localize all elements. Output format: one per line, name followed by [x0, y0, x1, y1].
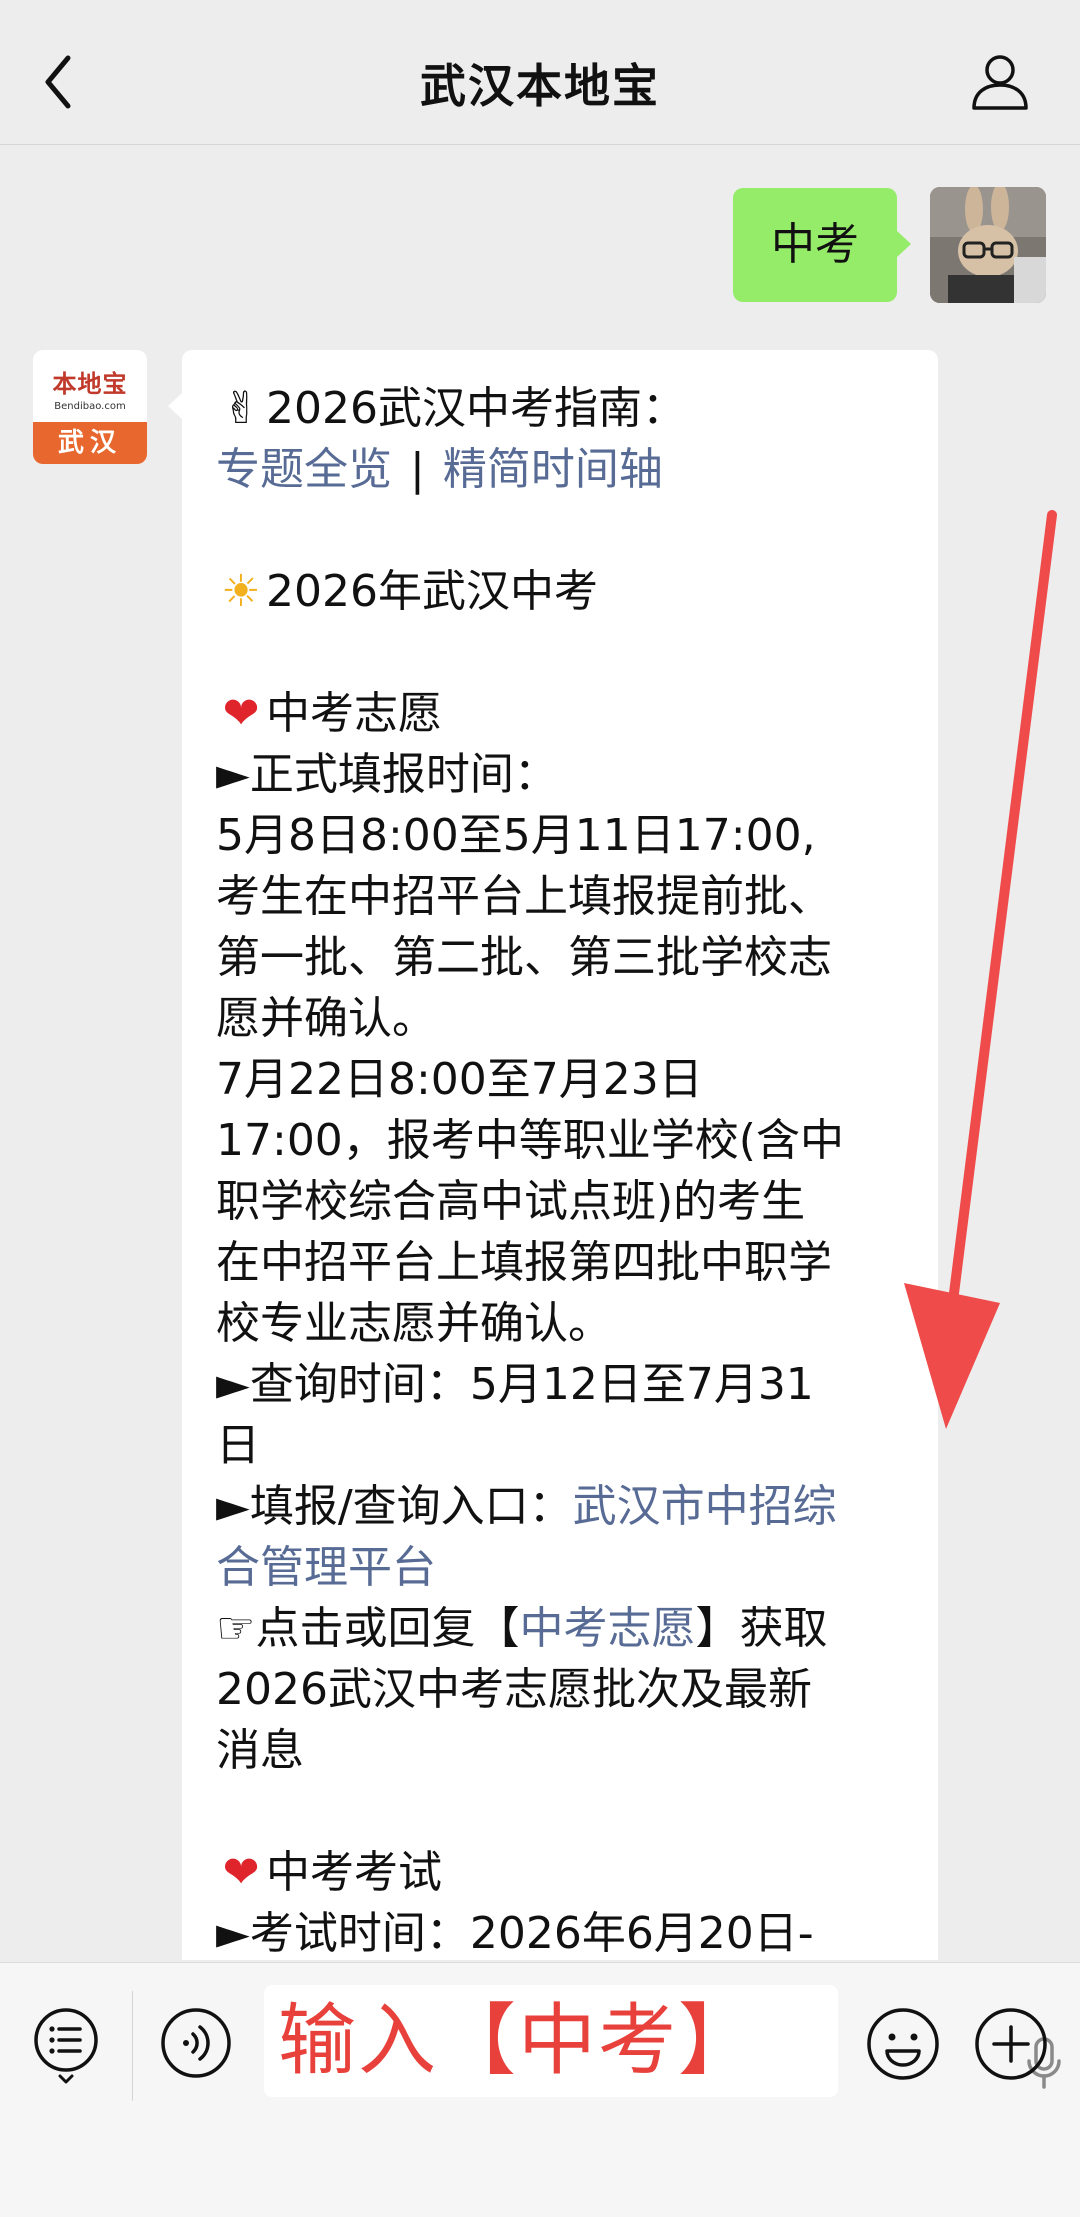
- sun-emoji: ☀: [221, 566, 261, 617]
- guide-heading: 2026武汉中考指南：: [266, 383, 686, 434]
- subsection-title: 中考考试: [266, 1847, 442, 1898]
- heart-emoji: ❤: [222, 1847, 260, 1898]
- logo-url: Bendibao.com: [54, 401, 126, 412]
- outgoing-message-text: 中考: [771, 219, 859, 270]
- keyword-link[interactable]: 中考志愿: [519, 1603, 695, 1654]
- voice-button[interactable]: [160, 2007, 232, 2079]
- entry-label: ►填报/查询入口：: [216, 1481, 573, 1532]
- message-line: ►考试时间：2026年6月20日-: [216, 1908, 814, 1959]
- message-line: 7月22日8:00至7月23日: [216, 1054, 703, 1105]
- voice-icon: [161, 2008, 231, 2078]
- reply-hint-suffix: 】获取: [695, 1603, 828, 1654]
- timeline-link[interactable]: 精简时间轴: [443, 444, 663, 495]
- message-line: 考生在中招平台上填报提前批、: [216, 871, 832, 922]
- platform-link-continued[interactable]: 合管理平台: [216, 1542, 436, 1593]
- page-title: 武汉本地宝: [420, 59, 660, 113]
- divider: [132, 1991, 133, 2101]
- profile-icon: [972, 55, 1028, 110]
- input-bar: 输入【中考】: [0, 1962, 1080, 2217]
- message-line: 校专业志愿并确认。: [216, 1298, 612, 1349]
- topic-overview-link[interactable]: 专题全览: [216, 444, 392, 495]
- platform-link[interactable]: 武汉市中招综: [573, 1481, 837, 1532]
- user-avatar[interactable]: [930, 187, 1046, 303]
- chat-area[interactable]: 中考 本地宝 Bendibao.com 武汉 ✌ 2026武汉中考指南： 专题全览…: [0, 145, 1080, 1960]
- message-line: 消息: [216, 1725, 304, 1776]
- logo-city: 武汉: [33, 422, 147, 464]
- message-line: 17:00，报考中等职业学校(含中: [216, 1115, 844, 1166]
- heart-emoji: ❤: [222, 688, 260, 739]
- logo-name: 本地宝: [52, 370, 128, 398]
- input-text: 输入【中考】: [278, 1996, 759, 2086]
- menu-list-icon: [34, 2008, 98, 2084]
- outgoing-message-bubble[interactable]: 中考: [733, 188, 911, 302]
- section-title: 2026年武汉中考: [266, 566, 598, 617]
- subsection-title: 中考志愿: [266, 688, 442, 739]
- plus-icon: [975, 2008, 1047, 2080]
- message-line: ►查询时间：5月12日至7月31: [216, 1359, 814, 1410]
- message-line: ►正式填报时间：: [216, 749, 558, 800]
- chat-header: 武汉本地宝: [0, 0, 1080, 145]
- official-account-avatar[interactable]: 本地宝 Bendibao.com 武汉: [33, 350, 147, 464]
- incoming-message-text: ✌ 2026武汉中考指南： 专题全览 | 精简时间轴 ☀ 2026年武汉中考 ❤ 中考志愿…: [216, 378, 916, 1960]
- message-line: 愿并确认。: [216, 993, 436, 1044]
- message-line: 2026武汉中考志愿批次及最新: [216, 1664, 812, 1715]
- message-line: 职学校综合高中试点班)的考生: [216, 1176, 806, 1227]
- emoji-button[interactable]: [866, 2007, 940, 2081]
- rabbit-avatar-icon: [930, 187, 1046, 303]
- message-input[interactable]: 输入【中考】: [264, 1985, 1061, 2097]
- logo: 本地宝 Bendibao.com: [33, 350, 147, 420]
- emoji-icon: [867, 2008, 939, 2080]
- link-separator: |: [410, 444, 425, 495]
- incoming-message-bubble: ✌ 2026武汉中考指南： 专题全览 | 精简时间轴 ☀ 2026年武汉中考 ❤ 中考志愿…: [168, 350, 938, 1960]
- victory-hand-emoji: ✌: [222, 383, 260, 434]
- reply-hint-prefix: ☞点击或回复【: [216, 1603, 520, 1654]
- message-line: 在中招平台上填报第四批中职学: [216, 1237, 832, 1288]
- message-line: 5月8日8:00至5月11日17:00,: [216, 810, 816, 861]
- profile-button[interactable]: [968, 50, 1032, 114]
- menu-button[interactable]: [32, 2006, 100, 2086]
- more-button[interactable]: [974, 2007, 1048, 2081]
- message-line: 第一批、第二批、第三批学校志: [216, 932, 832, 983]
- message-line: 日: [216, 1420, 260, 1471]
